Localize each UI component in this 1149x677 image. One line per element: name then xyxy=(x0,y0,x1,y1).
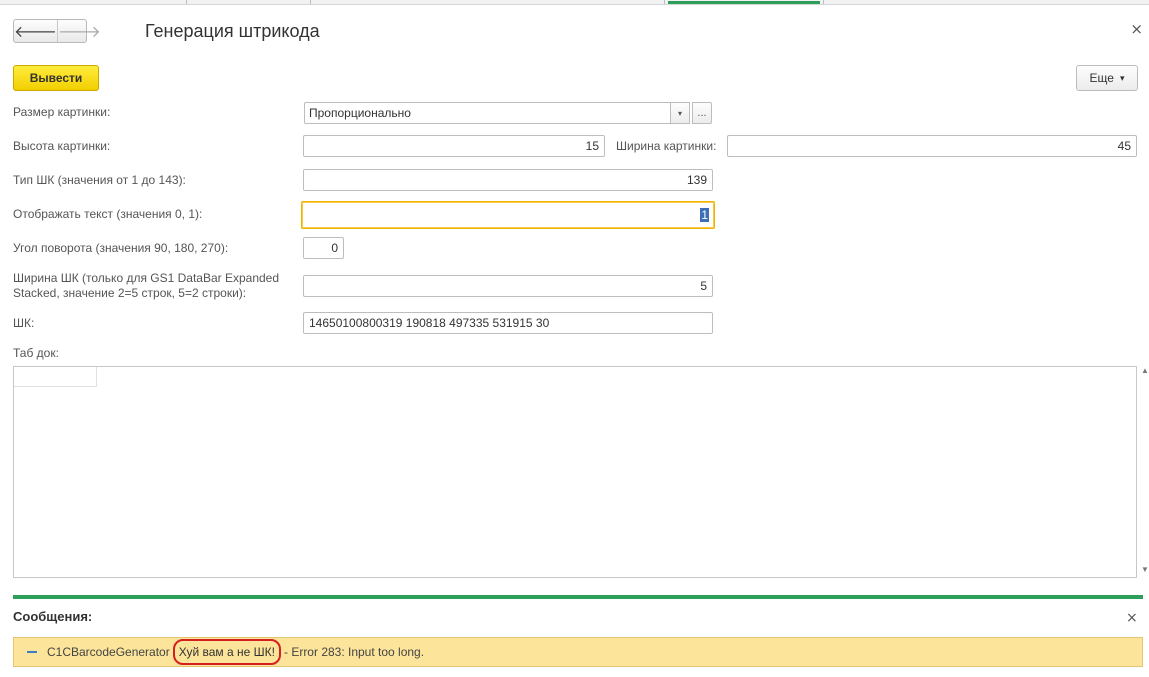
message-marker-icon xyxy=(27,651,37,653)
barcode-type-label: Тип ШК (значения от 1 до 143): xyxy=(13,173,186,187)
close-icon[interactable]: × xyxy=(1130,20,1143,38)
show-text-input[interactable]: 1 xyxy=(301,201,715,229)
active-tab-indicator[interactable] xyxy=(668,1,820,4)
navigation-buttons: 🡐 🡒 xyxy=(13,19,101,43)
image-size-label: Размер картинки: xyxy=(13,105,111,119)
page-title: Генерация штрикода xyxy=(145,21,320,41)
more-button[interactable]: Еще ▾ xyxy=(1076,65,1138,91)
tab-separator xyxy=(664,0,665,4)
ellipsis-icon: ... xyxy=(697,107,707,119)
message-text: - Error 283: Input too long. xyxy=(283,645,425,659)
show-text-label: Отображать текст (значения 0, 1): xyxy=(13,207,203,221)
tab-separator xyxy=(310,0,311,4)
chevron-down-icon: ▾ xyxy=(677,108,682,118)
message-source: C1CBarcodeGenerator xyxy=(47,645,170,659)
tab-strip xyxy=(0,0,1149,5)
tab-separator xyxy=(186,0,187,4)
image-size-dropdown-button[interactable]: ▾ xyxy=(670,102,690,124)
messages-divider xyxy=(13,595,1143,599)
messages-title: Сообщения: xyxy=(13,609,93,624)
spreadsheet-cell[interactable] xyxy=(14,367,97,387)
image-height-label: Высота картинки: xyxy=(13,139,111,153)
message-highlight: Хуй вам а не ШК! xyxy=(172,639,281,665)
back-button[interactable]: 🡐 xyxy=(14,20,57,42)
arrow-left-icon: 🡐 xyxy=(14,22,57,41)
image-size-select[interactable]: Пропорционально xyxy=(304,102,671,124)
show-text-value: 1 xyxy=(700,208,709,222)
image-width-label: Ширина картинки: xyxy=(616,139,717,153)
tab-separator xyxy=(823,0,824,4)
chevron-down-icon: ▾ xyxy=(1119,72,1125,83)
rotation-input[interactable]: 0 xyxy=(303,237,344,259)
spreadsheet-document[interactable] xyxy=(13,366,1137,578)
message-item[interactable]: C1CBarcodeGenerator Хуй вам а не ШК! - E… xyxy=(13,637,1143,667)
image-size-choose-button[interactable]: ... xyxy=(692,102,712,124)
image-height-input[interactable]: 15 xyxy=(303,135,605,157)
barcode-type-input[interactable]: 139 xyxy=(303,169,713,191)
scroll-up-icon[interactable]: ▲ xyxy=(1141,366,1149,375)
tab-doc-label: Таб док: xyxy=(13,346,59,360)
close-icon[interactable]: × xyxy=(1126,610,1138,626)
barcode-width-label-line1: Ширина ШК (только для GS1 DataBar Expand… xyxy=(13,271,280,285)
arrow-right-icon: 🡒 xyxy=(57,22,101,41)
image-width-input[interactable]: 45 xyxy=(727,135,1137,157)
more-button-label: Еще xyxy=(1089,71,1114,85)
barcode-label: ШК: xyxy=(13,316,35,330)
barcode-width-input[interactable]: 5 xyxy=(303,275,713,297)
output-button[interactable]: Вывести xyxy=(13,65,99,91)
rotation-label: Угол поворота (значения 90, 180, 270): xyxy=(13,241,229,255)
forward-button[interactable]: 🡒 xyxy=(56,20,101,42)
barcode-width-label-line2: Stacked, значение 2=5 строк, 5=2 строки)… xyxy=(13,286,247,300)
barcode-input[interactable]: 14650100800319 190818 497335 531915 30 xyxy=(303,312,713,334)
scroll-down-icon[interactable]: ▼ xyxy=(1141,565,1149,574)
barcode-width-label: Ширина ШК (только для GS1 DataBar Expand… xyxy=(13,271,279,301)
